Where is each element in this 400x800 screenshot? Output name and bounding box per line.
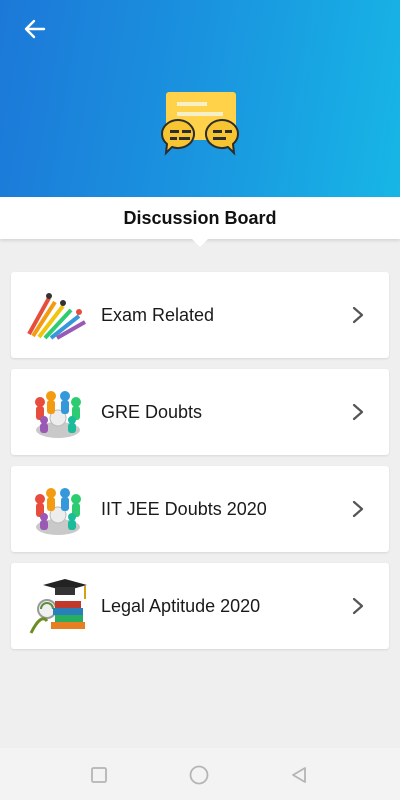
- board-item-legal-aptitude[interactable]: Legal Aptitude 2020: [11, 563, 389, 649]
- chevron-right-icon: [352, 306, 364, 324]
- chevron-right-icon: [352, 500, 364, 518]
- back-button[interactable]: [20, 15, 50, 43]
- board-list: Exam Related GRE Doubts IIT JEE Doubts 2…: [11, 272, 389, 660]
- graduation-books-icon: [27, 575, 89, 637]
- board-item-label: Exam Related: [101, 304, 215, 325]
- chat-bubbles-icon: [160, 92, 240, 156]
- board-item-label: IIT JEE Doubts 2020: [101, 498, 267, 519]
- chevron-right-icon: [352, 403, 364, 421]
- title-bar: Discussion Board: [0, 197, 400, 247]
- board-item-exam-related[interactable]: Exam Related: [11, 272, 389, 358]
- system-nav-bar: [0, 748, 400, 800]
- chevron-right-icon: [352, 597, 364, 615]
- header-banner: [0, 0, 400, 197]
- board-item-label: Legal Aptitude 2020: [101, 595, 261, 616]
- title-pointer: [192, 239, 208, 247]
- circle-icon[interactable]: [188, 764, 210, 786]
- people-group-icon: [27, 381, 89, 443]
- people-group-icon: [27, 478, 89, 540]
- runners-race-icon: [27, 284, 89, 346]
- board-item-gre-doubts[interactable]: GRE Doubts: [11, 369, 389, 455]
- square-icon[interactable]: [88, 764, 110, 786]
- triangle-back-icon[interactable]: [288, 764, 310, 786]
- arrow-left-icon: [24, 19, 46, 39]
- board-item-label: GRE Doubts: [101, 401, 203, 422]
- page-title: Discussion Board: [123, 207, 277, 228]
- board-item-iit-jee-doubts[interactable]: IIT JEE Doubts 2020: [11, 466, 389, 552]
